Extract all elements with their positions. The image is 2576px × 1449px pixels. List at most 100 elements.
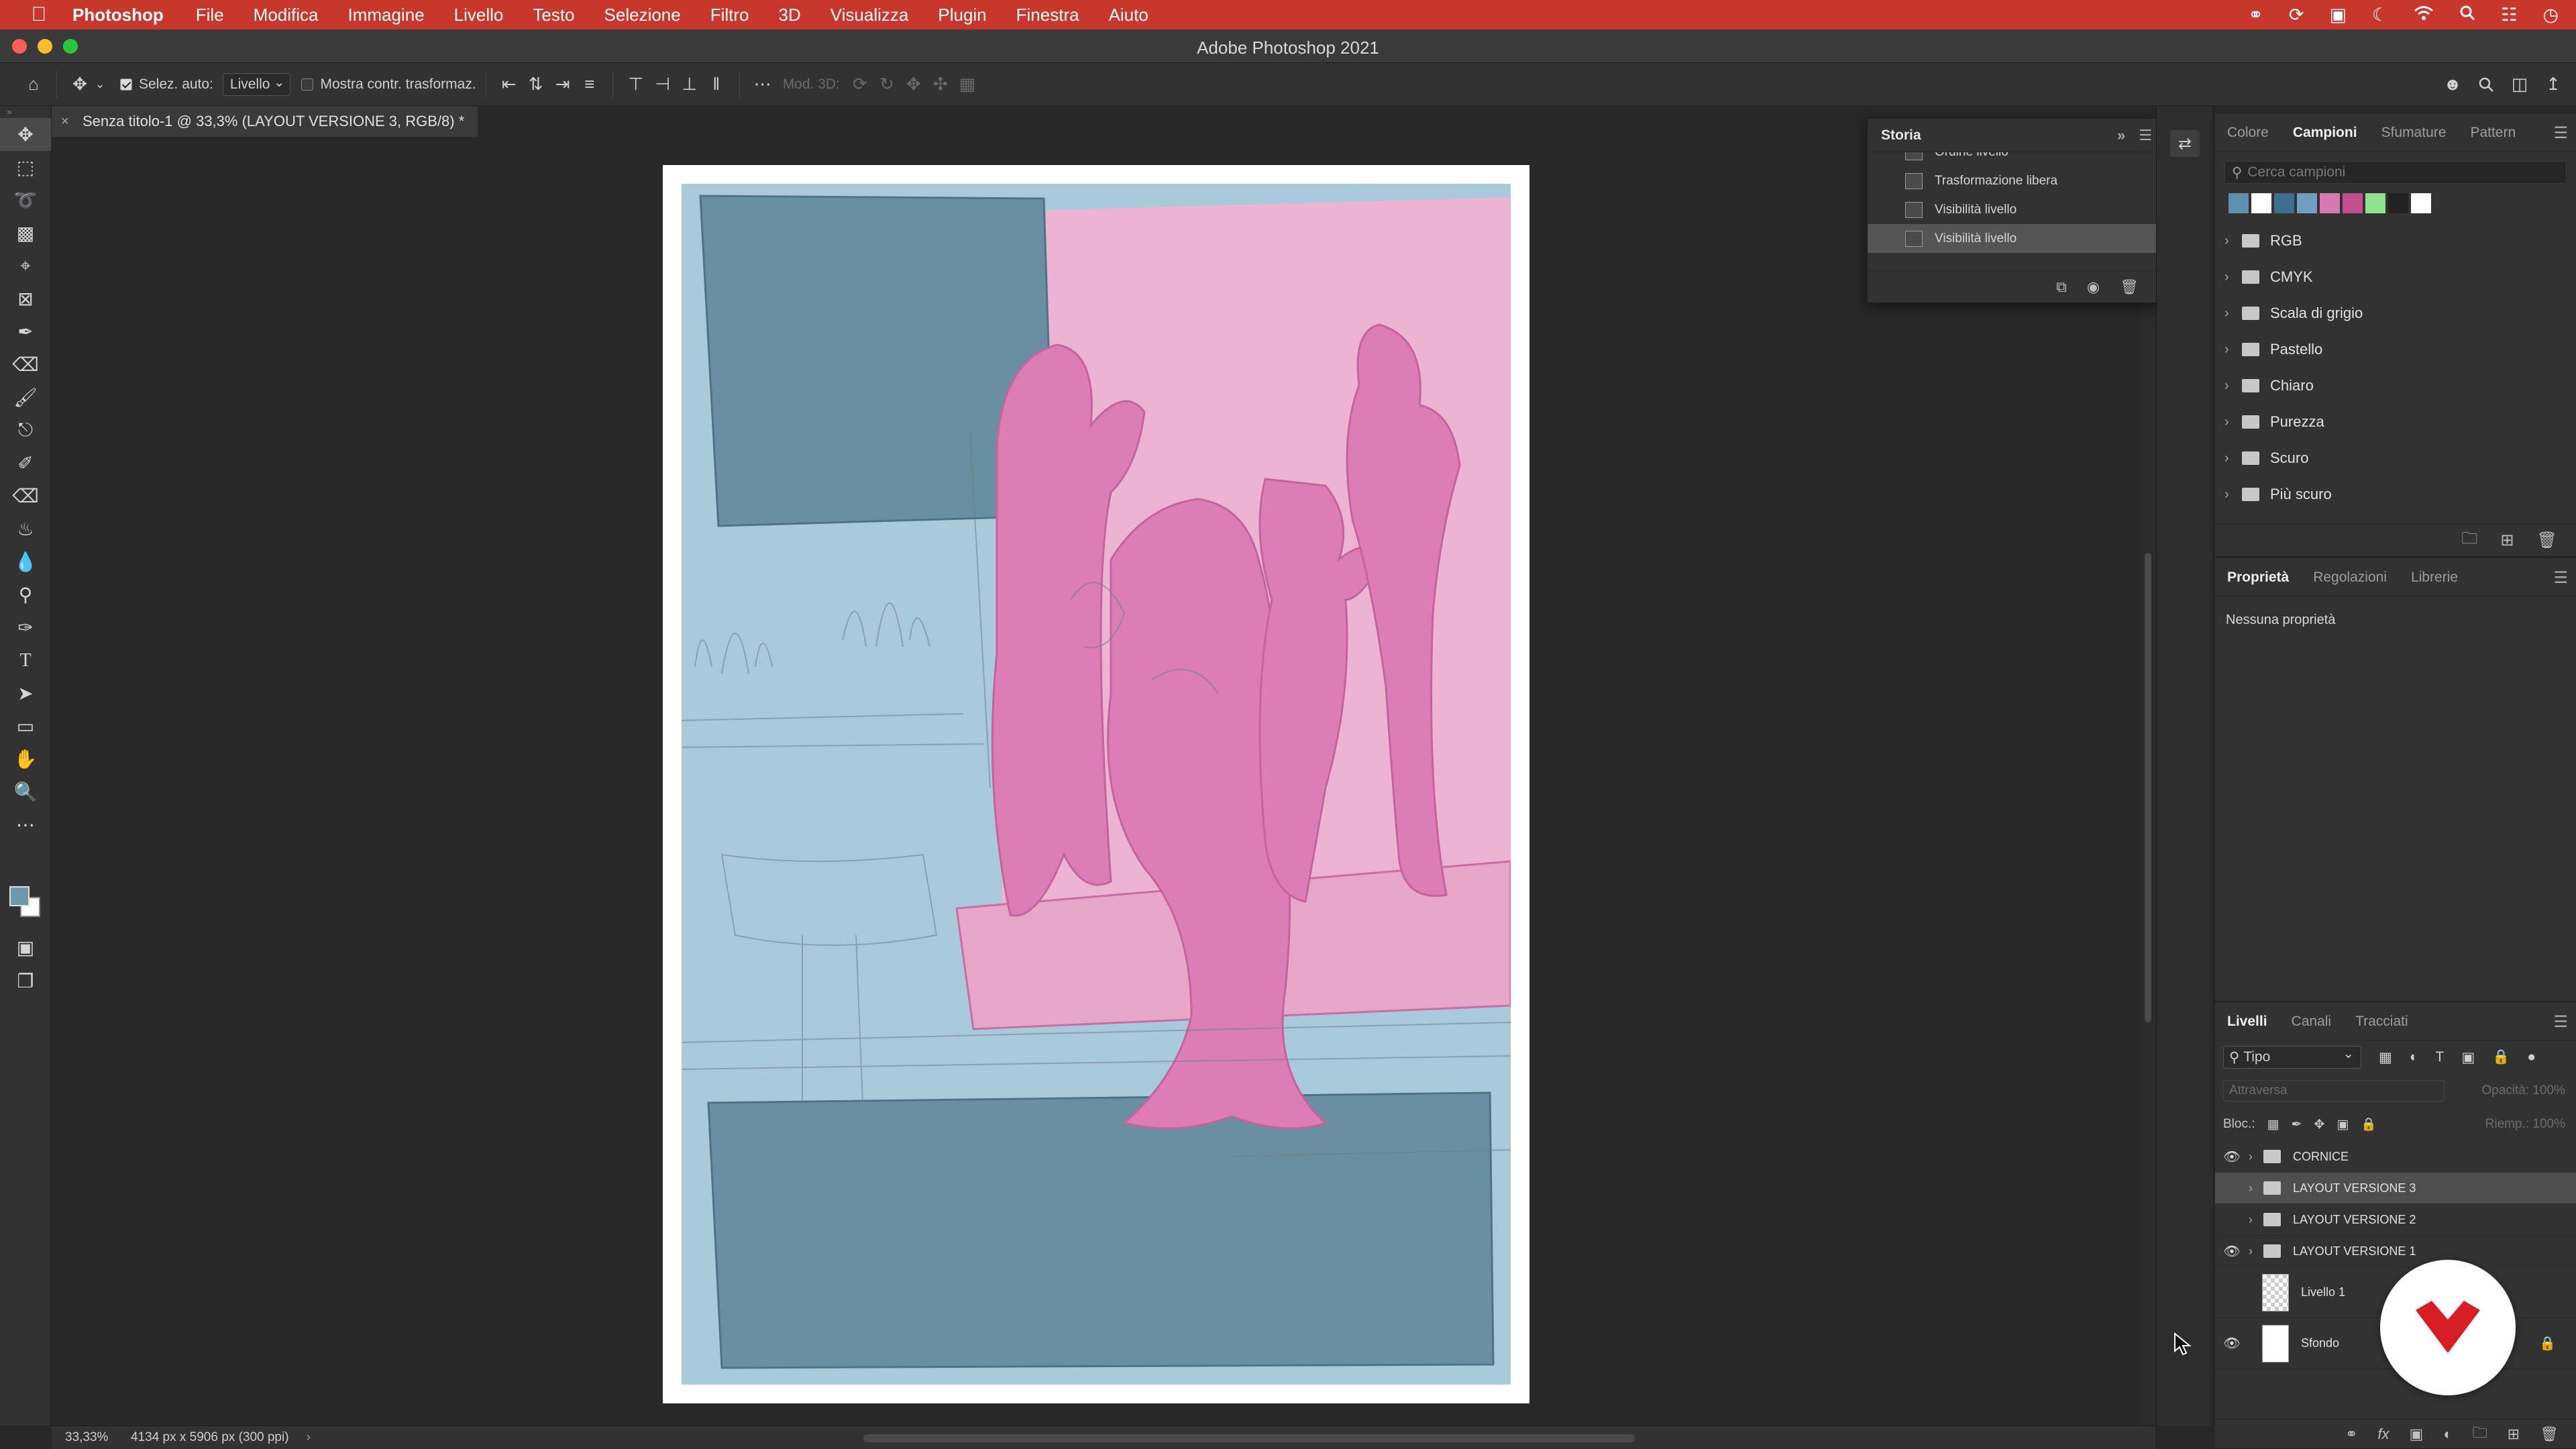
chevron-right-icon[interactable]: › (2249, 1244, 2263, 1258)
canvas-vertical-scrollbar[interactable] (2140, 137, 2156, 1426)
swatch-group-pastel[interactable]: › Pastello (2215, 331, 2576, 368)
swatch-group-darker[interactable]: › Più scuro (2215, 476, 2576, 513)
recent-swatch[interactable] (2365, 193, 2385, 213)
sync-icon[interactable]: ⟳ (2289, 5, 2304, 25)
chevron-right-icon[interactable]: › (2224, 487, 2242, 502)
menu-3d[interactable]: 3D (779, 5, 801, 25)
new-adjustment-layer-icon[interactable]: ◐ (2443, 1426, 2452, 1443)
tab-tracciati[interactable]: Tracciati (2343, 1003, 2420, 1040)
layer-row-layout-versione-2[interactable]: 👁 › LAYOUT VERSIONE 2 (2215, 1204, 2576, 1236)
filter-pixel-icon[interactable]: ▦ (2379, 1049, 2392, 1066)
align-left-icon[interactable]: ⇤ (496, 71, 523, 98)
visibility-eye-icon[interactable]: 👁 (2215, 1148, 2249, 1165)
auto-select-checkbox[interactable] (120, 78, 132, 91)
chevron-right-icon[interactable]: › (2224, 451, 2242, 466)
new-group-folder-icon[interactable]: 🗀 (2461, 527, 2477, 554)
history-panel-icon[interactable]: ⇄ (2170, 130, 2200, 157)
align-right-icon[interactable]: ⇥ (549, 71, 576, 98)
tab-canali[interactable]: Canali (2279, 1003, 2344, 1040)
blur-tool-icon[interactable]: 💧 (0, 545, 51, 578)
wifi-icon[interactable] (2414, 5, 2434, 25)
tab-regolazioni[interactable]: Regolazioni (2301, 559, 2399, 596)
workspace-icon[interactable]: ◫ (2506, 71, 2533, 98)
opacity-control[interactable]: Opacità: 100% (2481, 1083, 2565, 1098)
pen-tool-icon[interactable]: ✑ (0, 611, 51, 644)
panel-menu-icon[interactable]: ☰ (2139, 127, 2152, 144)
trash-icon[interactable]: 🗑 (2120, 278, 2139, 296)
swatch-group-dark[interactable]: › Scuro (2215, 440, 2576, 476)
toolbar-collapse-icon[interactable]: » (0, 106, 50, 118)
search-icon[interactable] (2473, 71, 2500, 98)
visibility-eye-icon[interactable]: 👁 (2215, 1212, 2249, 1228)
blend-mode-dropdown[interactable]: Attraversa (2223, 1080, 2445, 1102)
close-tab-icon[interactable]: × (61, 114, 69, 129)
lock-transparent-pixels-icon[interactable]: ▦ (2267, 1117, 2279, 1132)
chevron-right-icon[interactable]: › (2249, 1181, 2263, 1195)
swatch-group-purity[interactable]: › Purezza (2215, 404, 2576, 440)
align-center-horizontal-icon[interactable]: ⇅ (523, 71, 549, 98)
document-tab[interactable]: × Senza titolo-1 @ 33,3% (LAYOUT VERSION… (52, 106, 478, 137)
filter-type-icon[interactable]: T (2436, 1049, 2445, 1065)
recent-swatch[interactable] (2388, 193, 2408, 213)
tab-campioni[interactable]: Campioni (2281, 114, 2369, 152)
layer-row-layout-versione-1[interactable]: 👁 › LAYOUT VERSIONE 1 (2215, 1236, 2576, 1267)
lock-artboard-icon[interactable]: ▣ (2337, 1117, 2349, 1132)
swatch-group-light[interactable]: › Chiaro (2215, 368, 2576, 404)
apple-logo-icon[interactable]:  (25, 3, 52, 26)
quick-mask-icon[interactable]: ▣ (0, 931, 51, 964)
panel-menu-icon[interactable]: ☰ (2553, 123, 2568, 143)
recent-swatch[interactable] (2343, 193, 2363, 213)
zoom-tool-icon[interactable]: 🔍 (0, 775, 51, 808)
history-item[interactable]: Visibilità livello (1868, 195, 2161, 224)
lock-image-pixels-icon[interactable]: ✒ (2291, 1117, 2302, 1132)
dodge-tool-icon[interactable]: ⚲ (0, 578, 51, 611)
chevron-right-icon[interactable]: › (307, 1430, 311, 1445)
lasso-tool-icon[interactable]: ➰ (0, 184, 51, 217)
auto-select-target-dropdown[interactable]: Livello (222, 72, 291, 96)
history-item[interactable]: Trasformazione libera (1868, 166, 2161, 195)
fill-control[interactable]: Riemp.: 100% (2485, 1117, 2565, 1132)
add-mask-icon[interactable]: ▣ (2410, 1426, 2424, 1443)
menu-file[interactable]: File (196, 5, 224, 25)
filter-toggle-icon[interactable]: ● (2527, 1049, 2536, 1065)
swatch-group-grayscale[interactable]: › Scala di grigio (2215, 295, 2576, 331)
visibility-eye-icon[interactable]: 👁 (2215, 1284, 2249, 1301)
clone-stamp-tool-icon[interactable]: ⎋ (0, 414, 51, 447)
canvas-area[interactable] (52, 137, 2140, 1426)
new-layer-icon[interactable]: ⊞ (2508, 1426, 2520, 1443)
spot-healing-tool-icon[interactable]: ⌫ (0, 348, 51, 381)
control-center-icon[interactable]: ☷ (2501, 5, 2517, 25)
recent-swatch[interactable] (2297, 193, 2317, 213)
vertical-scroll-thumb[interactable] (2145, 553, 2151, 1022)
trash-icon[interactable]: 🗑 (2537, 531, 2557, 550)
transform-controls-checkbox[interactable] (301, 78, 314, 91)
spotlight-search-icon[interactable] (2459, 5, 2475, 25)
visibility-eye-icon[interactable]: 👁 (2215, 1335, 2249, 1352)
more-options-icon[interactable]: ⋯ (749, 71, 776, 98)
menu-livello[interactable]: Livello (454, 5, 504, 25)
recent-swatch[interactable] (2251, 193, 2271, 213)
hand-tool-icon[interactable]: ✋ (0, 743, 51, 775)
tab-librerie[interactable]: Librerie (2399, 559, 2470, 596)
chevron-right-icon[interactable]: › (2224, 270, 2242, 285)
menu-aiuto[interactable]: Aiuto (1109, 5, 1148, 25)
move-tool-preset-icon[interactable]: ✥ (66, 71, 93, 98)
align-middle-icon[interactable]: ⊣ (649, 71, 676, 98)
collapse-panel-icon[interactable]: » (2117, 127, 2125, 144)
share-icon[interactable]: ↥ (2540, 71, 2567, 98)
distribute-vertical-icon[interactable]: ≡ (576, 71, 603, 98)
filter-shape-icon[interactable]: ▣ (2461, 1049, 2475, 1066)
chevron-right-icon[interactable]: › (2224, 306, 2242, 321)
panel-menu-icon[interactable]: ☰ (2553, 568, 2568, 588)
clock-icon[interactable]: ◷ (2542, 5, 2559, 25)
visibility-eye-icon[interactable]: 👁 (2215, 1180, 2249, 1197)
filter-smart-object-icon[interactable]: 🔒 (2492, 1049, 2510, 1065)
edit-toolbar-icon[interactable]: ⋯ (0, 808, 51, 841)
layer-row-cornice[interactable]: 👁 › CORNICE (2215, 1141, 2576, 1173)
recent-swatch[interactable] (2274, 193, 2294, 213)
trash-icon[interactable]: 🗑 (2540, 1426, 2559, 1443)
chevron-right-icon[interactable]: › (2224, 378, 2242, 394)
screen-mirroring-icon[interactable]: ▣ (2329, 5, 2347, 25)
move-tool-icon[interactable]: ✥ (0, 118, 51, 151)
menu-immagine[interactable]: Immagine (348, 5, 425, 25)
